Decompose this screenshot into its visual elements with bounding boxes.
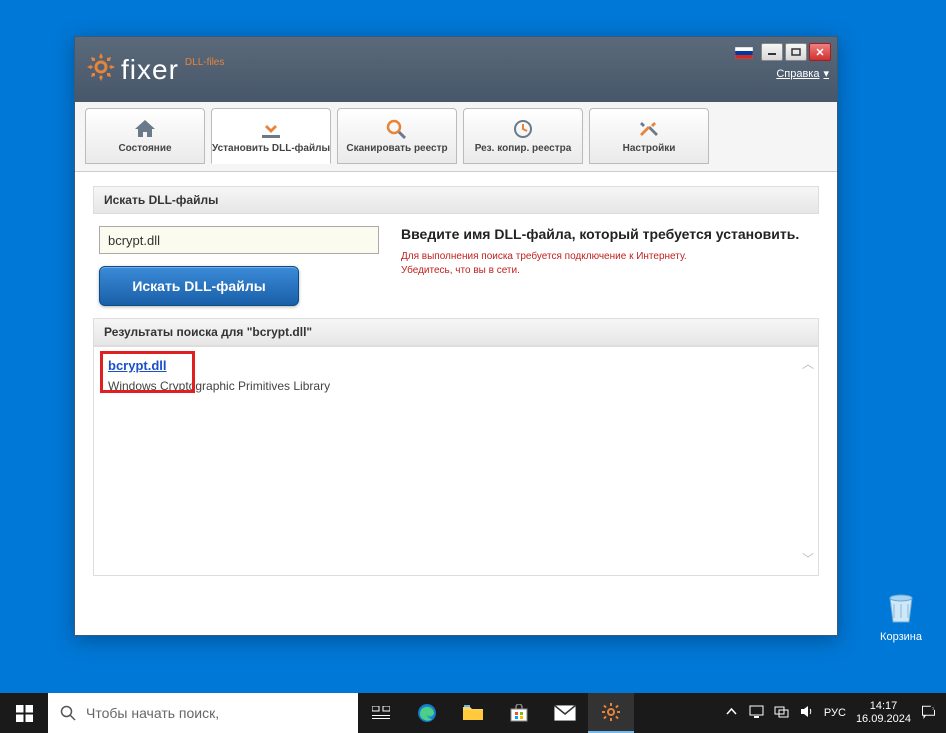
help-link[interactable]: Справка ▾: [776, 67, 829, 80]
recycle-bin[interactable]: Корзина: [880, 586, 922, 643]
search-header: Искать DLL-файлы: [93, 186, 819, 214]
tray-clock[interactable]: 14:17 16.09.2024: [856, 700, 911, 726]
tray-monitor-icon[interactable]: [749, 704, 764, 722]
result-link[interactable]: bcrypt.dll: [108, 358, 167, 373]
flag-icon[interactable]: [735, 46, 753, 58]
close-button[interactable]: [809, 43, 831, 61]
chevron-down-icon: ▾: [823, 67, 829, 80]
store-button[interactable]: [496, 693, 542, 733]
recycle-bin-icon: [880, 586, 922, 628]
dllfixer-window: fixer DLL-files Справка ▾ Состояние Уста…: [74, 36, 838, 636]
tab-label: Настройки: [623, 143, 676, 154]
instruction-title: Введите имя DLL-файла, который требуется…: [401, 226, 813, 242]
maximize-button[interactable]: [785, 43, 807, 61]
store-icon: [509, 704, 529, 722]
mail-icon: [554, 705, 576, 721]
taskbar: Чтобы начать поиск, РУС 14:17 16.09.2024…: [0, 693, 946, 733]
task-icons: [358, 693, 634, 733]
search-button[interactable]: Искать DLL-файлы: [99, 266, 299, 306]
svg-text:1: 1: [932, 707, 934, 711]
results-header: Результаты поиска для "bcrypt.dll": [93, 318, 819, 346]
search-icon: [60, 705, 76, 721]
tab-label: Рез. копир. реестра: [475, 143, 572, 154]
tab-label: Сканировать реестр: [346, 143, 447, 154]
tools-icon: [636, 118, 662, 140]
start-button[interactable]: [0, 693, 48, 733]
dll-search-input[interactable]: [99, 226, 379, 254]
search-placeholder: Чтобы начать поиск,: [86, 705, 219, 721]
brand-small-text: DLL-files: [185, 57, 224, 68]
language-indicator[interactable]: РУС: [824, 707, 846, 719]
brand-text: fixer: [121, 54, 179, 86]
system-tray: РУС 14:17 16.09.2024 1: [714, 700, 946, 726]
tray-network-icon[interactable]: [774, 704, 789, 722]
tab-settings[interactable]: Настройки: [589, 108, 709, 164]
tab-scan-registry[interactable]: Сканировать реестр: [337, 108, 457, 164]
tab-bar: Состояние Установить DLL-файлы Сканирова…: [75, 102, 837, 172]
clock-icon: [510, 118, 536, 140]
results-list: bcrypt.dll Windows Cryptographic Primiti…: [93, 346, 819, 576]
search-row: Искать DLL-файлы Введите имя DLL-файла, …: [93, 214, 819, 318]
tab-backup-registry[interactable]: Рез. копир. реестра: [463, 108, 583, 164]
result-description: Windows Cryptographic Primitives Library: [108, 379, 804, 393]
gear-icon: [85, 51, 117, 88]
dllfixer-taskbar-button[interactable]: [588, 693, 634, 733]
tab-label: Установить DLL-файлы: [212, 143, 330, 154]
tray-chevron-icon[interactable]: [724, 704, 739, 722]
tab-status[interactable]: Состояние: [85, 108, 205, 164]
titlebar[interactable]: fixer DLL-files Справка ▾: [75, 37, 837, 102]
windows-icon: [16, 705, 33, 722]
task-view-icon: [372, 706, 390, 720]
explorer-button[interactable]: [450, 693, 496, 733]
instruction-warning: Для выполнения поиска требуется подключе…: [401, 250, 813, 278]
tray-volume-icon[interactable]: [799, 704, 814, 722]
edge-icon: [416, 702, 438, 724]
tray-date: 16.09.2024: [856, 713, 911, 726]
taskbar-search[interactable]: Чтобы начать поиск,: [48, 693, 358, 733]
edge-button[interactable]: [404, 693, 450, 733]
minimize-button[interactable]: [761, 43, 783, 61]
task-view-button[interactable]: [358, 693, 404, 733]
magnifier-icon: [384, 118, 410, 140]
notifications-button[interactable]: 1: [921, 704, 936, 722]
folder-icon: [463, 705, 483, 721]
window-controls: [735, 43, 831, 61]
tray-time: 14:17: [856, 700, 911, 713]
home-icon: [132, 118, 158, 140]
download-icon: [258, 118, 284, 140]
content-area: Искать DLL-файлы Искать DLL-файлы Введит…: [75, 172, 837, 590]
scroll-down-icon[interactable]: ﹀: [802, 550, 814, 567]
recycle-bin-label: Корзина: [880, 631, 922, 643]
tab-label: Состояние: [118, 143, 171, 154]
scroll-up-icon[interactable]: ︿: [802, 355, 814, 372]
tab-install-dll[interactable]: Установить DLL-файлы: [211, 108, 331, 164]
app-logo: fixer DLL-files: [85, 51, 224, 88]
gear-icon: [601, 702, 621, 722]
mail-button[interactable]: [542, 693, 588, 733]
